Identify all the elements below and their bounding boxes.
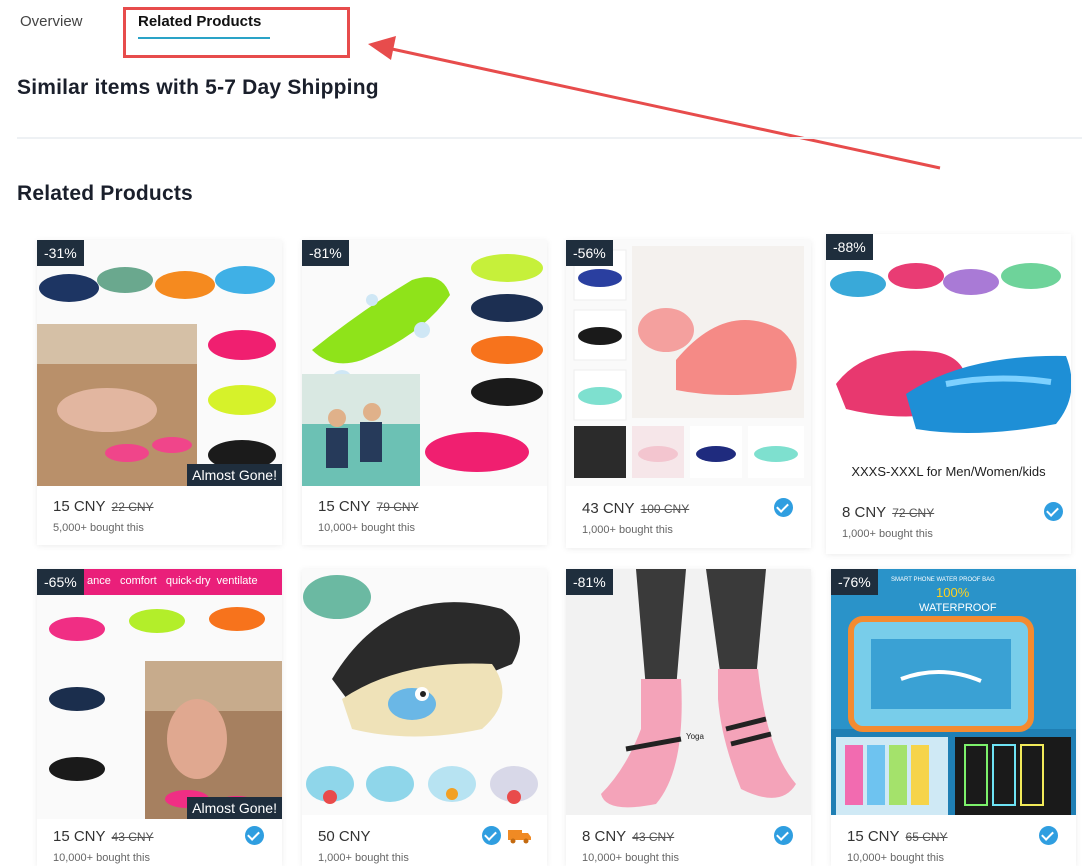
product-card[interactable]: ance comfort quick-dry ventilate -65% Al… [37, 569, 282, 866]
banner-percent: 100% [936, 585, 970, 600]
kids-water-shoes-image [302, 569, 547, 815]
product-card[interactable]: -56% 43 CNY 100 CNY 1,000+ bought this [566, 240, 811, 548]
product-card[interactable]: -31% Almost Gone! 15 CNY 22 CNY 5,000+ bo… [37, 240, 282, 545]
original-price: 22 CNY [111, 500, 154, 514]
sold-count: 1,000+ bought this [582, 524, 673, 536]
sold-count: 10,000+ bought this [847, 852, 944, 864]
banner-line: SMART PHONE WATER PROOF BAG [891, 577, 995, 583]
verified-icon [1044, 502, 1063, 521]
tab-overview[interactable]: Overview [20, 13, 83, 30]
verified-icon [245, 826, 264, 845]
tab-bar: Overview Related Products [0, 0, 1082, 60]
related-products-title: Related Products [17, 182, 193, 205]
discount-badge: -56% [566, 240, 613, 266]
original-price: 79 CNY [376, 500, 419, 514]
shipping-section-title: Similar items with 5-7 Day Shipping [17, 76, 379, 99]
current-price: 15 CNY [318, 498, 371, 515]
discount-badge: -31% [37, 240, 84, 266]
sock-print: Yoga [686, 732, 705, 741]
almost-gone-badge: Almost Gone! [187, 464, 282, 486]
current-price: 15 CNY [53, 828, 106, 845]
original-price: 43 CNY [111, 830, 154, 844]
water-shoes-image: -31% Almost Gone! [37, 240, 282, 486]
size-caption: XXXS-XXXL for Men/Women/kids [851, 464, 1046, 479]
price: 15 CNY 79 CNY [318, 498, 419, 515]
current-price: 8 CNY [582, 828, 627, 845]
verified-icon [1039, 826, 1058, 845]
product-card[interactable]: 50 CNY 1,000+ bought this [302, 569, 547, 866]
product-card[interactable]: SMART PHONE WATER PROOF BAG 100% WATERPR… [831, 569, 1076, 866]
price: 15 CNY 65 CNY [847, 828, 948, 845]
features-strip: ance comfort quick-dry ventilate [87, 575, 258, 587]
annotation-highlight-box [123, 7, 350, 58]
waterproof-phone-bag-image: SMART PHONE WATER PROOF BAG 100% WATERPR… [831, 569, 1076, 815]
current-price: 8 CNY [842, 504, 887, 521]
price: 50 CNY [318, 828, 371, 845]
price: 15 CNY 43 CNY [53, 828, 154, 845]
sold-count: 10,000+ bought this [582, 852, 679, 864]
price: 8 CNY 43 CNY [582, 828, 674, 845]
discount-badge: -65% [37, 569, 84, 595]
verified-icon [774, 498, 793, 517]
current-price: 43 CNY [582, 500, 635, 517]
discount-badge: -76% [831, 569, 878, 595]
delivery-truck-icon [508, 830, 531, 844]
product-card[interactable]: Yoga -81% 8 CNY 43 CNY 10,000+ bought thi… [566, 569, 811, 866]
section-divider [17, 137, 1082, 139]
water-shoes-image: -81% [302, 240, 547, 486]
sold-count: 10,000+ bought this [53, 852, 150, 864]
water-shoes-image: ance comfort quick-dry ventilate -65% Al… [37, 569, 282, 819]
current-price: 15 CNY [847, 828, 900, 845]
discount-badge: -81% [566, 569, 613, 595]
product-card[interactable]: -88% XXXS-XXXL for Men/Women/kids 8 CNY 7… [826, 234, 1071, 554]
verified-icon [482, 826, 501, 845]
almost-gone-badge: Almost Gone! [187, 797, 282, 819]
sold-count: 1,000+ bought this [842, 528, 933, 540]
current-price: 50 CNY [318, 828, 371, 845]
water-shoes-image: -56% [566, 240, 811, 486]
discount-badge: -88% [826, 234, 873, 260]
sold-count: 10,000+ bought this [318, 522, 415, 534]
discount-badge: -81% [302, 240, 349, 266]
price: 8 CNY 72 CNY [842, 504, 934, 521]
price: 15 CNY 22 CNY [53, 498, 154, 515]
original-price: 72 CNY [892, 506, 935, 520]
original-price: 100 CNY [640, 502, 690, 516]
original-price: 43 CNY [632, 830, 675, 844]
verified-icon [774, 826, 793, 845]
water-shoes-image: -88% XXXS-XXXL for Men/Women/kids [826, 234, 1071, 490]
sold-count: 5,000+ bought this [53, 522, 144, 534]
original-price: 65 CNY [905, 830, 948, 844]
current-price: 15 CNY [53, 498, 106, 515]
product-card[interactable]: -81% 15 CNY 79 CNY 10,000+ bought this [302, 240, 547, 545]
yoga-socks-image: Yoga -81% [566, 569, 811, 815]
price: 43 CNY 100 CNY [582, 500, 689, 517]
banner-word: WATERPROOF [919, 602, 997, 614]
sold-count: 1,000+ bought this [318, 852, 409, 864]
